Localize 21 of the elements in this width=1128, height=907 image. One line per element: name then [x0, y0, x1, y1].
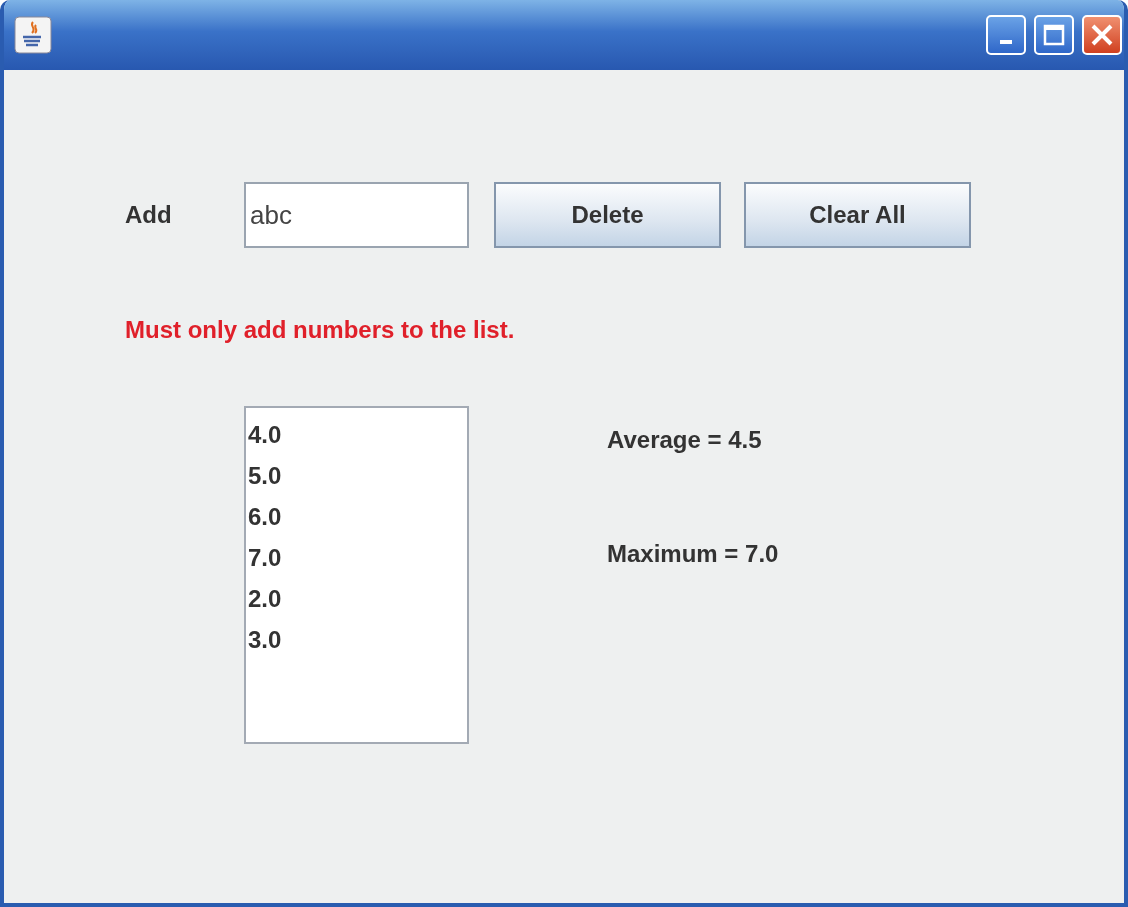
minimize-icon — [1000, 40, 1012, 44]
error-message: Must only add numbers to the list. — [125, 316, 515, 344]
app-icon — [14, 16, 52, 54]
clear-all-button[interactable]: Clear All — [744, 182, 971, 248]
list-item[interactable]: 6.0 — [248, 496, 282, 537]
maximize-button[interactable] — [1034, 15, 1074, 55]
close-button[interactable] — [1082, 15, 1122, 55]
add-label: Add — [125, 201, 173, 229]
stat-text: Maximum = 7.0 — [607, 540, 779, 568]
list-item[interactable]: 3.0 — [248, 619, 282, 660]
delete-button[interactable]: Delete — [494, 182, 721, 248]
list-item[interactable]: 7.0 — [248, 537, 282, 578]
stat-text: Average = 4.5 — [607, 426, 762, 454]
number-list[interactable]: 4.0 5.0 6.0 7.0 2.0 3.0 — [244, 406, 469, 744]
minimize-button[interactable] — [986, 15, 1026, 55]
list-item[interactable]: 4.0 — [248, 414, 282, 455]
list-item[interactable]: 5.0 — [248, 455, 282, 496]
close-icon — [1090, 23, 1114, 47]
add-field[interactable]: abc — [244, 182, 469, 248]
maximize-icon — [1043, 24, 1065, 46]
list-item[interactable]: 2.0 — [248, 578, 282, 619]
